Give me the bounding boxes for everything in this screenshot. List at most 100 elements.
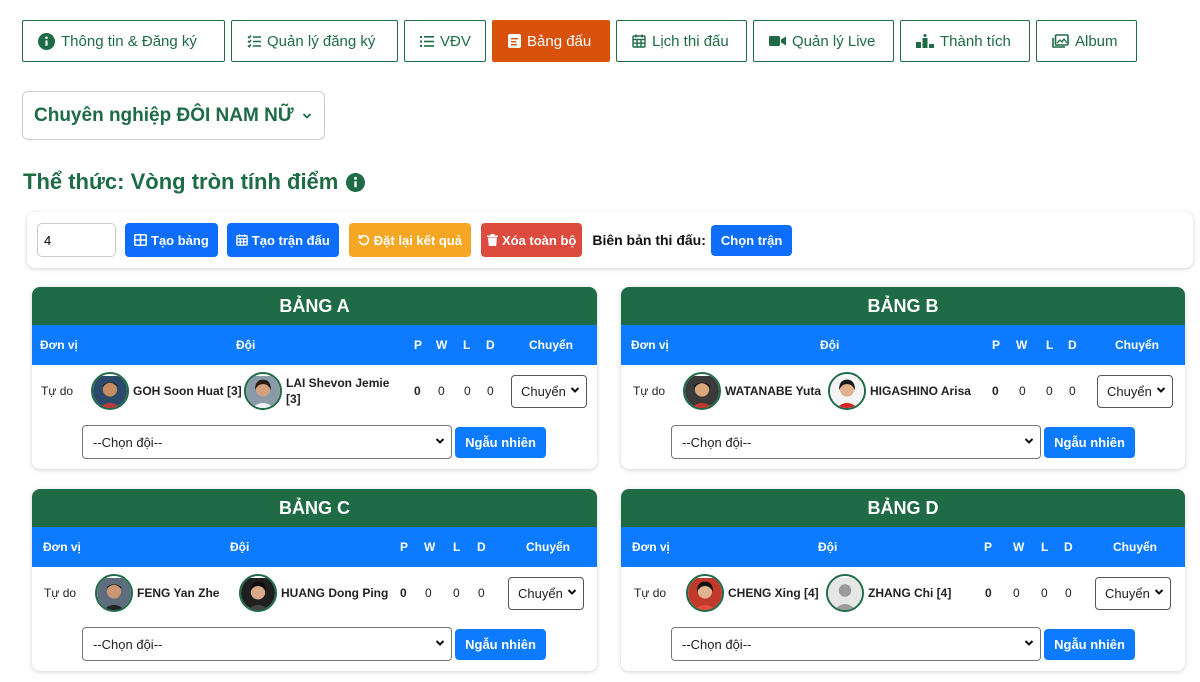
player-name: ZHANG Chi [4] <box>868 586 952 600</box>
group-card-b: BẢNG B Đơn vị Đội P W L D Chuyển Tự do W… <box>621 287 1185 469</box>
team-select[interactable]: --Chọn đội-- <box>671 425 1041 459</box>
col-team: Đội <box>820 338 840 352</box>
col-l: L <box>1041 540 1049 554</box>
category-select[interactable]: Chuyên nghiệp ĐÔI NAM NỮ <box>22 91 325 140</box>
player-name: FENG Yan Zhe <box>137 586 220 600</box>
tab-label: Album <box>1075 32 1118 50</box>
tab-label: Thành tích <box>940 32 1011 50</box>
team-pick-row: --Chọn đội-- Ngẫu nhiên <box>621 619 1185 671</box>
reset-icon <box>358 234 370 246</box>
player-name: LAI Shevon Jemie [3] <box>286 376 390 406</box>
stat-w: 0 <box>1019 384 1026 398</box>
stat-p: 0 <box>414 384 421 398</box>
player-one: FENG Yan Zhe <box>95 574 219 612</box>
player-name: HUANG Dong Ping <box>281 586 389 600</box>
chevron-down-icon <box>435 639 445 647</box>
random-button[interactable]: Ngẫu nhiên <box>1044 427 1135 458</box>
group-count-input[interactable] <box>37 223 116 257</box>
move-select[interactable]: Chuyển <box>1095 577 1171 610</box>
team-unit: Tự do <box>44 586 77 600</box>
info-circle-icon[interactable] <box>346 172 366 192</box>
player-two: HIGASHINO Arisa <box>828 372 971 410</box>
tab-groups[interactable]: Bảng đấu <box>492 20 610 62</box>
stat-l: 0 <box>1041 586 1048 600</box>
tab-album[interactable]: Album <box>1036 20 1137 62</box>
player-name: GOH Soon Huat [3] <box>133 384 242 398</box>
team-select[interactable]: --Chọn đội-- <box>82 425 452 459</box>
col-unit: Đơn vị <box>632 540 670 554</box>
col-d: D <box>1068 338 1077 352</box>
tab-live-management[interactable]: Quản lý Live <box>753 20 894 62</box>
move-select[interactable]: Chuyển <box>1097 375 1173 408</box>
reset-results-button[interactable]: Đặt lại kết quả <box>348 223 471 257</box>
avatar <box>686 574 724 612</box>
col-unit: Đơn vị <box>631 338 669 352</box>
group-table-header: Đơn vị Đội P W L D Chuyển <box>621 325 1185 365</box>
table-row: Tự do WATANABE Yuta HIGASHINO Arisa 0 0 … <box>621 365 1185 417</box>
tab-athletes[interactable]: VĐV <box>404 20 486 62</box>
choose-match-button[interactable]: Chọn trận <box>710 224 793 256</box>
chevron-down-icon <box>1156 386 1166 394</box>
tab-schedule[interactable]: Lịch thi đấu <box>616 20 747 62</box>
col-l: L <box>463 338 471 352</box>
col-p: P <box>414 338 423 352</box>
col-team: Đội <box>236 338 256 352</box>
choose-match-label: Chọn trận <box>720 232 783 248</box>
team-select-value: --Chọn đội-- <box>682 636 752 652</box>
avatar <box>826 574 864 612</box>
col-w: W <box>436 338 448 352</box>
chevron-down-icon <box>302 112 312 120</box>
tab-registration-management[interactable]: Quản lý đăng ký <box>231 20 398 62</box>
grid-icon <box>134 234 147 246</box>
team-unit: Tự do <box>634 586 667 600</box>
tab-info-registration[interactable]: Thông tin & Đăng ký <box>22 20 225 62</box>
col-team: Đội <box>818 540 838 554</box>
avatar <box>95 574 133 612</box>
team-select[interactable]: --Chọn đội-- <box>671 627 1041 661</box>
player-name: HIGASHINO Arisa <box>870 384 971 398</box>
stat-d: 0 <box>1069 384 1076 398</box>
player-one: WATANABE Yuta <box>683 372 821 410</box>
random-button[interactable]: Ngẫu nhiên <box>455 427 546 458</box>
trash-icon <box>486 234 498 246</box>
group-title: BẢNG A <box>32 287 597 325</box>
table-row: Tự do FENG Yan Zhe HUANG Dong Ping 0 0 0… <box>32 567 597 619</box>
random-button[interactable]: Ngẫu nhiên <box>455 629 546 660</box>
col-move: Chuyển <box>526 540 571 554</box>
chevron-down-icon <box>1024 437 1034 445</box>
col-team: Đội <box>230 540 250 554</box>
col-move: Chuyển <box>529 338 574 352</box>
group-card-a: BẢNG A Đơn vị Đội P W L D Chuyển Tự do G… <box>32 287 597 469</box>
stat-p: 0 <box>992 384 999 398</box>
checklist-icon <box>247 34 261 48</box>
team-select[interactable]: --Chọn đội-- <box>82 627 452 661</box>
team-pick-row: --Chọn đội-- Ngẫu nhiên <box>32 619 597 671</box>
move-select[interactable]: Chuyển <box>511 375 587 408</box>
stat-l: 0 <box>1046 384 1053 398</box>
stat-w: 0 <box>438 384 445 398</box>
col-p: P <box>984 540 993 554</box>
col-move: Chuyển <box>1115 338 1160 352</box>
move-select[interactable]: Chuyển <box>508 577 584 610</box>
tab-achievements[interactable]: Thành tích <box>900 20 1030 62</box>
team-unit: Tự do <box>41 384 74 398</box>
stat-l: 0 <box>453 586 460 600</box>
table-row: Tự do GOH Soon Huat [3] LAI Shevon Jemie… <box>32 365 597 417</box>
chevron-down-icon <box>1024 639 1034 647</box>
stat-d: 0 <box>1065 586 1072 600</box>
create-groups-button[interactable]: Tạo bảng <box>125 223 218 257</box>
group-title: BẢNG B <box>621 287 1185 325</box>
stat-w: 0 <box>1013 586 1020 600</box>
stat-p: 0 <box>400 586 407 600</box>
delete-all-button[interactable]: Xóa toàn bộ <box>480 223 583 257</box>
tab-label: Bảng đấu <box>527 32 592 50</box>
tab-label: Quản lý đăng ký <box>267 32 376 50</box>
format-title: Thể thức: Vòng tròn tính điểm <box>23 169 339 194</box>
move-select-value: Chuyển <box>521 384 566 399</box>
create-matches-button[interactable]: Tạo trận đấu <box>226 223 339 257</box>
video-icon <box>769 35 786 47</box>
player-one: CHENG Xing [4] <box>686 574 819 612</box>
reset-results-label: Đặt lại kết quả <box>373 232 462 248</box>
group-table-header: Đơn vị Đội P W L D Chuyển <box>32 527 597 567</box>
random-button[interactable]: Ngẫu nhiên <box>1044 629 1135 660</box>
